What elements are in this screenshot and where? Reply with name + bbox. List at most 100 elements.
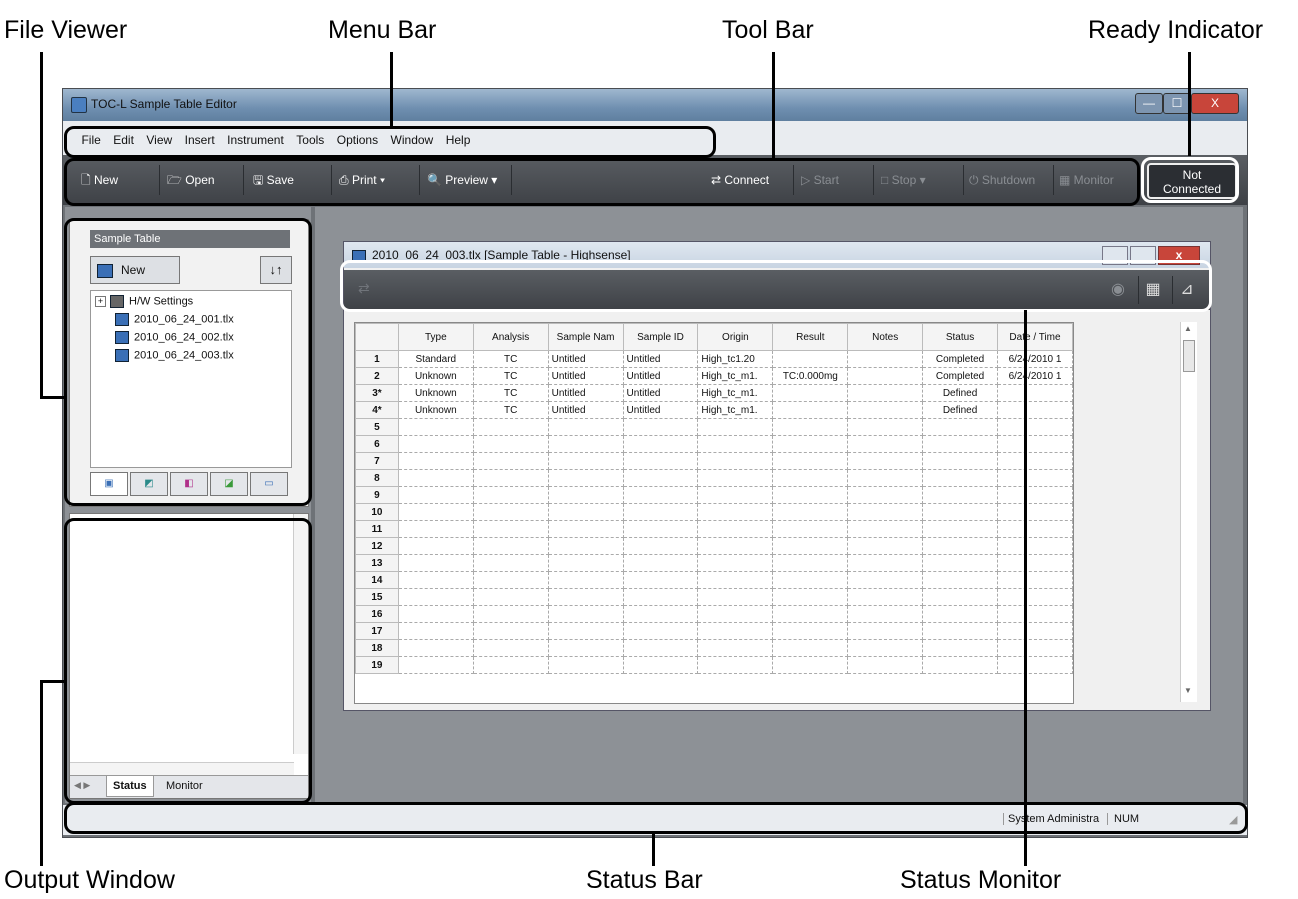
table-cell[interactable] (922, 435, 998, 453)
table-cell[interactable] (997, 435, 1073, 453)
table-row[interactable]: 8 (355, 469, 1073, 487)
table-cell[interactable] (397, 622, 474, 640)
table-row[interactable]: 9 (355, 486, 1073, 504)
table-cell[interactable] (772, 486, 849, 504)
table-cell[interactable] (997, 520, 1073, 538)
row-header[interactable]: 10 (355, 503, 399, 521)
table-cell[interactable] (547, 639, 624, 657)
table-cell[interactable] (397, 503, 474, 521)
table-row[interactable]: 3* Unknown TC Untitled Untitled High_tc_m1. De… (355, 384, 1073, 402)
row-header[interactable]: 17 (355, 622, 399, 640)
table-cell[interactable] (622, 486, 699, 504)
table-cell[interactable] (922, 418, 998, 436)
table-cell[interactable] (922, 622, 998, 640)
table-cell[interactable] (697, 452, 774, 470)
table-row[interactable]: 4* Unknown TC Untitled Untitled High_tc_m1. De… (355, 401, 1073, 419)
table-cell[interactable] (622, 469, 699, 487)
table-cell[interactable] (697, 605, 774, 623)
title-bar[interactable]: TOC-L Sample Table Editor — ☐ X (63, 89, 1247, 121)
table-cell[interactable] (772, 503, 849, 521)
table-cell[interactable]: Completed (922, 350, 998, 368)
table-cell[interactable]: Defined (922, 401, 998, 419)
table-cell[interactable] (997, 571, 1073, 589)
table-cell[interactable] (997, 469, 1073, 487)
table-cell[interactable]: 6/24/2010 1 (997, 367, 1073, 385)
table-cell[interactable]: Untitled (547, 401, 624, 419)
table-cell[interactable] (547, 656, 624, 674)
column-header[interactable]: Date / Time (997, 323, 1073, 351)
row-header[interactable]: 15 (355, 588, 399, 606)
row-header[interactable]: 14 (355, 571, 399, 589)
table-cell[interactable] (697, 469, 774, 487)
table-cell[interactable] (397, 469, 474, 487)
row-header[interactable]: 4* (355, 401, 399, 419)
row-header[interactable]: 16 (355, 605, 399, 623)
table-cell[interactable] (547, 435, 624, 453)
table-cell[interactable]: Completed (922, 367, 998, 385)
table-cell[interactable] (847, 384, 924, 402)
table-cell[interactable] (397, 418, 474, 436)
table-cell[interactable] (697, 503, 774, 521)
table-cell[interactable] (922, 639, 998, 657)
table-cell[interactable] (997, 554, 1073, 572)
table-cell[interactable] (547, 469, 624, 487)
table-cell[interactable] (772, 605, 849, 623)
table-cell[interactable] (997, 503, 1073, 521)
column-header[interactable]: Sample ID (622, 323, 699, 351)
table-cell[interactable] (397, 486, 474, 504)
table-cell[interactable] (922, 452, 998, 470)
table-cell[interactable] (622, 571, 699, 589)
table-cell[interactable] (847, 452, 924, 470)
table-cell[interactable] (847, 554, 924, 572)
row-header[interactable]: 9 (355, 486, 399, 504)
table-cell[interactable]: Unknown (397, 367, 474, 385)
table-cell[interactable] (772, 435, 849, 453)
table-cell[interactable] (847, 418, 924, 436)
table-cell[interactable] (997, 588, 1073, 606)
table-cell[interactable]: Unknown (397, 401, 474, 419)
table-cell[interactable] (472, 469, 549, 487)
table-cell[interactable] (622, 554, 699, 572)
table-cell[interactable] (697, 622, 774, 640)
table-cell[interactable] (547, 554, 624, 572)
table-cell[interactable] (772, 418, 849, 436)
table-cell[interactable] (997, 486, 1073, 504)
table-cell[interactable] (547, 486, 624, 504)
table-cell[interactable] (472, 571, 549, 589)
column-header[interactable]: Sample Nam (547, 323, 624, 351)
table-cell[interactable] (547, 452, 624, 470)
table-cell[interactable]: Standard (397, 350, 474, 368)
table-cell[interactable] (772, 588, 849, 606)
table-cell[interactable] (922, 503, 998, 521)
table-cell[interactable] (397, 520, 474, 538)
row-header[interactable]: 18 (355, 639, 399, 657)
table-cell[interactable] (697, 554, 774, 572)
table-cell[interactable] (922, 520, 998, 538)
table-cell[interactable] (697, 537, 774, 555)
row-header[interactable]: 19 (355, 656, 399, 674)
table-cell[interactable] (697, 588, 774, 606)
table-cell[interactable] (772, 384, 849, 402)
table-cell[interactable] (397, 452, 474, 470)
table-cell[interactable] (472, 520, 549, 538)
column-header[interactable]: Type (397, 323, 474, 351)
table-cell[interactable] (397, 588, 474, 606)
table-cell[interactable] (547, 418, 624, 436)
table-cell[interactable] (922, 588, 998, 606)
scroll-down-icon[interactable]: ▼ (1184, 686, 1192, 695)
table-row[interactable]: 1 Standard TC Untitled Untitled High_tc1.20 Co… (355, 350, 1073, 368)
table-row[interactable]: 12 (355, 537, 1073, 555)
table-row[interactable]: 11 (355, 520, 1073, 538)
table-cell[interactable] (697, 520, 774, 538)
table-cell[interactable] (472, 554, 549, 572)
table-cell[interactable] (997, 605, 1073, 623)
table-row[interactable]: 14 (355, 571, 1073, 589)
table-cell[interactable] (547, 520, 624, 538)
column-header[interactable]: Origin (697, 323, 774, 351)
column-header[interactable]: Status (922, 323, 998, 351)
table-cell[interactable] (847, 503, 924, 521)
table-cell[interactable] (472, 503, 549, 521)
row-header[interactable]: 1 (355, 350, 399, 368)
table-cell[interactable] (397, 537, 474, 555)
table-cell[interactable] (472, 418, 549, 436)
